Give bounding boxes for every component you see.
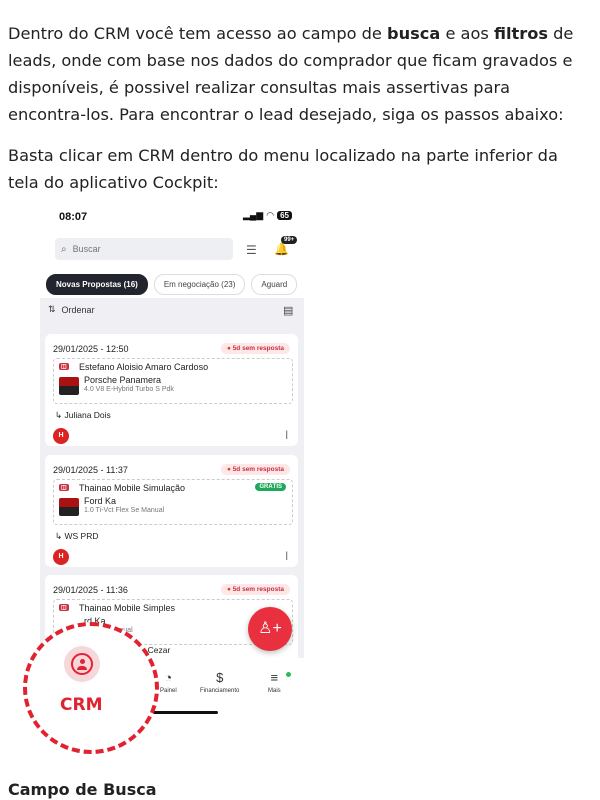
brand-logo-icon: H [53,549,69,565]
lead-tag-icon: ◫ [59,484,69,491]
status-tabs: Novas Propostas (16) Em negociação (23) … [46,274,298,295]
status-text: 5d sem resposta [232,586,284,593]
sort-icon: ⇅ [48,304,56,314]
nav-financiamento[interactable]: $ Financiamento [200,670,239,694]
status-icons: ▂▄▆ ◠ 65 [243,210,292,221]
crm-highlight [23,622,159,754]
sort-control[interactable]: ⇅ Ordenar [48,304,95,315]
add-person-icon: ♙+ [258,620,282,637]
car-thumbnail [59,377,79,395]
status-badge: ● 5d sem resposta [220,464,290,475]
seller-text: WS PRD [64,531,99,541]
lead-card[interactable]: 29/01/2025 - 11:37 ● 5d sem resposta ◫ T… [45,455,298,567]
car-thumbnail [59,498,79,516]
tab-em-negociacao[interactable]: Em negociação (23) [153,274,246,295]
car-version: 4.0 V8 E-Hybrid Turbo S Pdk [84,386,174,393]
status-text: 5d sem resposta [232,466,284,473]
sort-label: Ordenar [61,304,95,315]
car-version: 1.0 Ti-Vct Flex Se Manual [84,507,165,514]
add-lead-button[interactable]: ♙+ [248,607,292,651]
nav-label: Mais [268,688,281,694]
dot-icon: ● [226,586,231,593]
customer-name: Estefano Aloisio Amaro Cardoso [79,362,209,372]
search-icon: ⌕ [61,243,67,255]
lead-details: ◫ Estefano Aloisio Amaro Cardoso Porsche… [53,358,293,404]
signal-icon: ▂▄▆ [243,210,264,220]
person-head [80,659,85,664]
seller-name: ↳ WS PRD [55,531,99,541]
dot-icon: ● [226,345,231,352]
tab-aguardando[interactable]: Aguard [251,274,298,295]
crm-label[interactable]: CRM [60,695,102,715]
menu-icon: ≡ [270,670,279,685]
lead-tag-icon: ◫ [59,604,69,611]
layout-toggle-icon[interactable]: ▤ [283,304,293,317]
seller-text: Juliana Dois [64,410,111,420]
customer-name: Thainao Mobile Simulação [79,483,186,493]
dot-icon: ● [226,466,231,473]
lead-details: ◫ Thainao Mobile Simulação GRÁTIS Ford K… [53,479,293,525]
status-badge: ● 5d sem resposta [220,584,290,595]
nav-mais[interactable]: ≡ Mais [268,670,281,694]
battery-icon: 65 [277,211,292,220]
nav-label: Painel [160,688,177,694]
gauge-icon: ◔ [164,670,173,685]
busca-emphasis: busca [387,24,441,43]
status-badge: ● 5d sem resposta [220,343,290,354]
section-title: Campo de Busca [8,780,157,799]
nav-label: Financiamento [200,688,240,694]
nav-painel[interactable]: ◔ Painel [160,670,177,694]
intro-text: e aos [440,24,494,43]
bell-icon[interactable]: 🔔 [274,242,289,256]
search-bar[interactable]: ⌕ [55,238,233,260]
search-input[interactable] [70,243,215,255]
wifi-icon: ◠ [266,210,275,220]
lead-tag-icon: ◫ [59,363,69,370]
tab-novas-propostas[interactable]: Novas Propostas (16) [46,274,148,295]
crm-icon-ring [71,653,93,675]
crm-icon[interactable] [64,646,100,682]
more-icon[interactable]: | [286,550,288,560]
more-icon[interactable]: | [286,429,288,439]
status-text: 5d sem resposta [232,345,284,352]
seller-name: ↳ Juliana Dois [55,410,111,420]
dollar-icon: $ [216,670,224,685]
intro-text: Dentro do CRM você tem acesso ao campo d… [8,24,388,43]
filter-icon[interactable]: ☰ [246,243,257,257]
car-model: Ford Ka [84,496,117,506]
lead-date: 29/01/2025 - 11:36 [53,585,128,595]
status-time: 08:07 [59,211,88,223]
notification-badge: 99+ [281,236,298,244]
filtros-emphasis: filtros [493,24,548,43]
notification-dot [286,672,291,677]
lead-card[interactable]: 29/01/2025 - 12:50 ● 5d sem resposta ◫ E… [45,334,298,446]
brand-logo-icon: H [53,428,69,444]
free-badge: GRÁTIS [255,483,286,491]
intro-paragraph-2: Basta clicar em CRM dentro do menu local… [8,146,558,192]
intro-paragraph-1: Dentro do CRM você tem acesso ao campo d… [8,20,592,128]
lead-date: 29/01/2025 - 11:37 [53,465,128,475]
person-body [77,666,87,670]
lead-date: 29/01/2025 - 12:50 [53,344,129,354]
customer-name: Thainao Mobile Simples [79,603,176,613]
car-model: Porsche Panamera [84,375,162,385]
